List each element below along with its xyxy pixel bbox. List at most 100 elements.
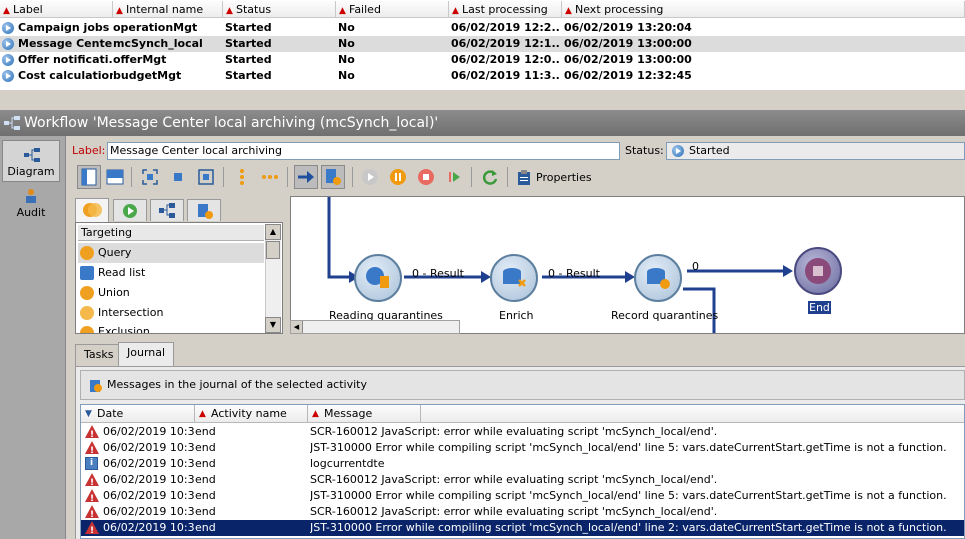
sort-icon: ▲ [116, 6, 123, 16]
palette-item-union[interactable]: Union [78, 283, 264, 303]
zoom-fit-button[interactable] [138, 165, 162, 189]
palette-tab-actions[interactable] [150, 199, 184, 221]
journal-row[interactable]: 06/02/2019 10:3... end JST-310000 Error … [81, 520, 964, 538]
workflow-row[interactable]: Campaign jobs operationMgt Started No 06… [0, 20, 965, 36]
journal-activity: end [195, 505, 216, 518]
stop-button[interactable] [414, 165, 438, 189]
nav-audit[interactable]: Audit [2, 182, 60, 224]
journal-row[interactable]: 06/02/2019 10:3... end JST-310000 Error … [81, 440, 964, 459]
nav-diagram[interactable]: Diagram [2, 140, 60, 182]
tab-tasks[interactable]: Tasks [75, 344, 123, 366]
show-transitions-button[interactable] [294, 165, 318, 189]
started-status-icon [2, 38, 14, 50]
palette-tab-events[interactable] [187, 199, 221, 221]
error-icon [85, 489, 99, 507]
journal-row[interactable]: 06/02/2019 10:3... end SCR-160012 JavaSc… [81, 504, 964, 523]
scroll-down-button[interactable]: ▼ [265, 317, 281, 333]
events-icon [198, 204, 213, 219]
properties-button[interactable]: Properties [514, 166, 594, 190]
diagram-horizontal-scrollbar[interactable]: ◀ [290, 320, 460, 334]
align-horizontal-button[interactable] [258, 165, 282, 189]
journal-row[interactable]: 06/02/2019 10:3... end SCR-160012 JavaSc… [81, 424, 964, 443]
palette-tab-flow-control[interactable] [113, 199, 147, 221]
palette-item-read-list[interactable]: Read list [78, 263, 264, 283]
diagram-icon [24, 148, 40, 162]
column-header-status[interactable]: ▲ Status [223, 1, 336, 18]
journal-message: SCR-160012 JavaScript: error while evalu… [310, 505, 718, 518]
vertical-layout-button[interactable] [77, 165, 101, 189]
row-internal-name: budgetMgt [113, 69, 182, 82]
journal-row[interactable]: 06/02/2019 10:3... end SCR-160012 JavaSc… [81, 472, 964, 491]
palette-tab-targeting[interactable] [75, 198, 109, 222]
column-header-failed[interactable]: ▲ Failed [336, 1, 449, 18]
align-vertical-button[interactable] [230, 165, 254, 189]
column-header-date[interactable]: ▼ Date [81, 405, 195, 423]
restart-icon [449, 172, 460, 182]
journal-message: SCR-160012 JavaScript: error while evalu… [310, 425, 718, 438]
workflow-diagram[interactable]: 0 - Result 0 - Result 0 Reading quaranti… [290, 196, 965, 334]
column-header-internal-name[interactable]: ▲ Internal name [113, 1, 223, 18]
activity-reading-quarantines[interactable] [354, 254, 402, 302]
journal-row[interactable]: i 06/02/2019 10:3... end logcurrentdte [81, 456, 964, 472]
column-header-label[interactable]: ▲ Label [0, 1, 113, 18]
row-next-processing: 06/02/2019 13:00:00 [564, 37, 692, 50]
left-nav: Diagram Audit [0, 136, 66, 539]
scroll-up-button[interactable]: ▲ [265, 224, 281, 240]
activity-enrich[interactable] [490, 254, 538, 302]
label-input[interactable]: Message Center local archiving [107, 142, 620, 160]
exclusion-icon [80, 326, 94, 333]
row-last-processing: 06/02/2019 12:2... [451, 21, 561, 34]
start-button-disabled[interactable] [358, 165, 382, 189]
activity-end[interactable] [794, 247, 842, 295]
row-status: Started [225, 69, 272, 82]
row-internal-name: mcSynch_local [113, 37, 203, 50]
play-icon [362, 169, 378, 185]
row-internal-name: offerMgt [113, 53, 167, 66]
palette-item-exclusion[interactable]: Exclusion [78, 323, 264, 333]
read-list-icon [80, 266, 94, 280]
journal-activity: end [195, 457, 216, 470]
error-icon [85, 505, 99, 523]
horizontal-layout-button[interactable] [103, 165, 127, 189]
journal-date: 06/02/2019 10:3... [103, 473, 195, 486]
error-icon [85, 441, 99, 459]
row-label: Campaign jobs [18, 21, 110, 34]
palette-item-query[interactable]: Query [78, 243, 264, 263]
sort-icon: ▲ [452, 6, 459, 16]
scroll-left-button[interactable]: ◀ [291, 321, 303, 333]
workflow-row[interactable]: Offer notificati... offerMgt Started No … [0, 52, 965, 68]
label-caption: Label: [72, 144, 106, 157]
targeting-icon [83, 203, 102, 217]
column-header-message[interactable]: ▲ Message [308, 405, 421, 423]
workflow-list: ▲ Label ▲ Internal name ▲ Status ▲ Failed ▲ L… [0, 0, 965, 90]
journal-date: 06/02/2019 10:3... [103, 441, 195, 454]
info-icon: i [85, 457, 98, 470]
column-header-last-processing[interactable]: ▲ Last processing [449, 1, 562, 18]
show-activity-button[interactable] [321, 165, 345, 189]
journal-message: JST-310000 Error while compiling script … [310, 441, 947, 454]
properties-icon [518, 170, 530, 185]
journal-activity: end [195, 425, 216, 438]
refresh-icon [482, 170, 498, 185]
row-status: Started [225, 37, 272, 50]
update-data-icon [647, 268, 670, 289]
actual-size-button[interactable] [166, 165, 190, 189]
journal-row[interactable]: 06/02/2019 10:3... end JST-310000 Error … [81, 488, 964, 507]
column-header-activity[interactable]: ▲ Activity name [195, 405, 308, 423]
unconditional-stop-button[interactable] [442, 165, 466, 189]
activity-icon [326, 169, 341, 185]
activity-record-quarantines[interactable] [634, 254, 682, 302]
toolbar-separator [287, 167, 288, 187]
column-header-next-processing[interactable]: ▲ Next processing [562, 1, 965, 18]
workflow-row[interactable]: Cost calculation budgetMgt Started No 06… [0, 68, 965, 84]
palette-item-intersection[interactable]: Intersection [78, 303, 264, 323]
tab-journal[interactable]: Journal [118, 342, 175, 366]
palette-scrollbar[interactable]: ▲ ▼ [265, 224, 281, 333]
workflow-row[interactable]: Message Cente... mcSynch_local Started N… [0, 36, 965, 52]
refresh-button[interactable] [478, 165, 502, 189]
zoom-area-button[interactable] [194, 165, 218, 189]
sort-desc-icon: ▼ [85, 409, 92, 419]
pause-button[interactable] [386, 165, 410, 189]
splitter[interactable] [0, 90, 965, 110]
scroll-thumb[interactable] [266, 241, 280, 259]
